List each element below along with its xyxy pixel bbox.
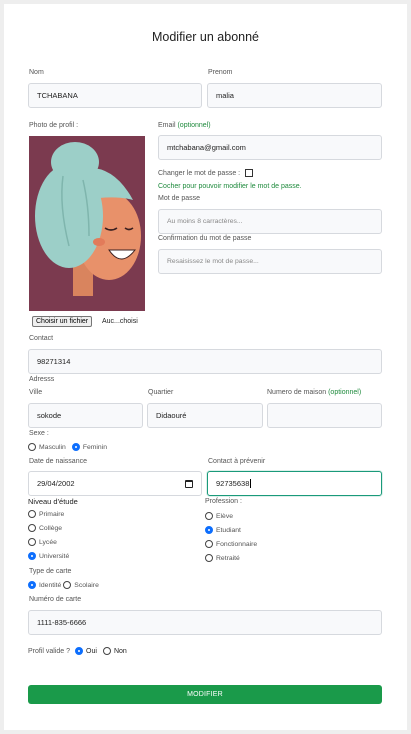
- profession-label: Profession :: [205, 498, 242, 505]
- carte-type-options: Identité Scolaire: [28, 581, 99, 589]
- change-password-label: Changer le mot de passe :: [158, 169, 241, 177]
- avatar-illustration: [29, 136, 145, 311]
- birth-date-input[interactable]: 29/04/2002: [28, 471, 202, 496]
- profil-valide-row: Profil valide ? Oui Non: [28, 647, 127, 655]
- radio-masculin-label: Masculin: [39, 443, 66, 451]
- radio-scolaire-label: Scolaire: [74, 581, 99, 589]
- profil-valide-label: Profil valide ?: [28, 647, 71, 655]
- profession-option-etudiant[interactable]: Etudiant: [205, 526, 241, 534]
- radio-identite-label: Identité: [39, 581, 62, 589]
- contact-input[interactable]: 98271314: [28, 349, 382, 374]
- emergency-contact-input[interactable]: 92735638: [207, 471, 382, 496]
- sexe-options: Masculin Feminin: [28, 443, 107, 451]
- nom-label: Nom: [29, 69, 44, 76]
- profession-option-eleve[interactable]: Elève: [205, 512, 233, 520]
- text-cursor: [250, 479, 252, 488]
- birth-label: Date de naissance: [29, 458, 87, 465]
- radio-identite[interactable]: [28, 581, 36, 589]
- page-title: Modifier un abonné: [151, 30, 260, 44]
- radio-oui-label: Oui: [86, 647, 97, 655]
- calendar-icon[interactable]: [185, 479, 193, 488]
- change-password-checkbox[interactable]: [245, 169, 254, 177]
- email-label: Email (optionnel): [158, 122, 211, 129]
- niveau-option-lycee[interactable]: Lycée: [28, 538, 57, 546]
- address-label: Adresss: [29, 376, 55, 383]
- email-input[interactable]: mtchabana@gmail.com: [158, 135, 382, 160]
- profession-option-retraite[interactable]: Retraité: [205, 554, 240, 562]
- carte-num-label: Numéro de carte: [29, 596, 82, 603]
- profile-photo: [29, 136, 145, 311]
- radio-feminin[interactable]: [71, 443, 80, 451]
- choose-file-button[interactable]: Choisir un fichier: [32, 316, 93, 327]
- file-name-text: Auc...choisi: [102, 318, 138, 325]
- emergency-label: Contact à prévenir: [208, 458, 266, 465]
- radio-scolaire[interactable]: [63, 581, 72, 589]
- radio-masculin[interactable]: [28, 443, 36, 451]
- radio-feminin-label: Feminin: [82, 443, 108, 451]
- radio-non-label: Non: [113, 647, 127, 655]
- ville-input[interactable]: sokode: [28, 403, 143, 428]
- sexe-label: Sexe :: [29, 430, 49, 437]
- profession-option-fonctionnaire[interactable]: Fonctionnaire: [205, 540, 257, 548]
- niveau-option-universite[interactable]: Université: [28, 552, 69, 560]
- radio-oui[interactable]: [75, 647, 84, 655]
- contact-label: Contact: [29, 335, 54, 342]
- carte-type-label: Type de carte: [29, 568, 72, 575]
- password-input[interactable]: Au moins 8 carractères...: [158, 209, 382, 234]
- change-password-hint: Cocher pour pouvoir modifier le mot de p…: [158, 183, 302, 190]
- quartier-input[interactable]: Didaouré: [147, 403, 263, 428]
- password-confirm-label: Confirmation du mot de passe: [158, 235, 252, 242]
- maison-input[interactable]: [267, 403, 382, 428]
- modifier-button[interactable]: MODIFIER: [28, 685, 382, 704]
- radio-non[interactable]: [102, 647, 111, 655]
- change-password-row: Changer le mot de passe :: [158, 169, 254, 177]
- emergency-contact-value: 92735638: [216, 479, 250, 488]
- ville-label: Ville: [29, 389, 43, 396]
- carte-num-input[interactable]: 1111-835-6666: [28, 610, 382, 635]
- prenom-label: Prenom: [208, 69, 233, 76]
- niveau-label: Niveau d'étude: [28, 497, 78, 506]
- password-confirm-input[interactable]: Resaisissez le mot de passe...: [158, 249, 382, 274]
- nom-input[interactable]: TCHABANA: [28, 83, 202, 108]
- password-label: Mot de passe: [158, 195, 201, 202]
- quartier-label: Quartier: [148, 389, 174, 396]
- photo-label: Photo de profil :: [29, 122, 79, 129]
- niveau-option-primaire[interactable]: Primaire: [28, 510, 64, 518]
- maison-label: Numero de maison (optionnel): [267, 389, 362, 396]
- birth-date-value: 29/04/2002: [37, 479, 75, 488]
- niveau-option-college[interactable]: Collège: [28, 524, 62, 532]
- prenom-input[interactable]: malia: [207, 83, 382, 108]
